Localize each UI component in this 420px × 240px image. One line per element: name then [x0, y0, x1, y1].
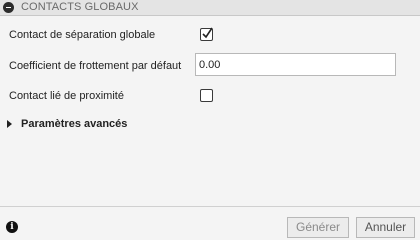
- friction-input[interactable]: [195, 53, 396, 76]
- checkmark-icon: [202, 27, 213, 39]
- separation-label: Contact de séparation globale: [9, 29, 156, 41]
- info-icon[interactable]: i: [6, 221, 18, 233]
- cancel-button[interactable]: Annuler: [356, 217, 415, 238]
- separation-checkbox[interactable]: [200, 27, 213, 41]
- footer-divider: [0, 206, 420, 207]
- advanced-label[interactable]: Paramètres avancés: [21, 118, 127, 130]
- panel-header[interactable]: CONTACTS GLOBAUX: [0, 0, 420, 16]
- collapse-icon[interactable]: [3, 2, 14, 13]
- proximity-label: Contact lié de proximité: [9, 90, 124, 102]
- panel-title: CONTACTS GLOBAUX: [21, 1, 139, 13]
- friction-label: Coefficient de frottement par défaut: [9, 60, 182, 72]
- proximity-checkbox[interactable]: [200, 89, 213, 102]
- expand-arrow-icon[interactable]: [7, 120, 12, 128]
- generate-button[interactable]: Générer: [287, 217, 349, 238]
